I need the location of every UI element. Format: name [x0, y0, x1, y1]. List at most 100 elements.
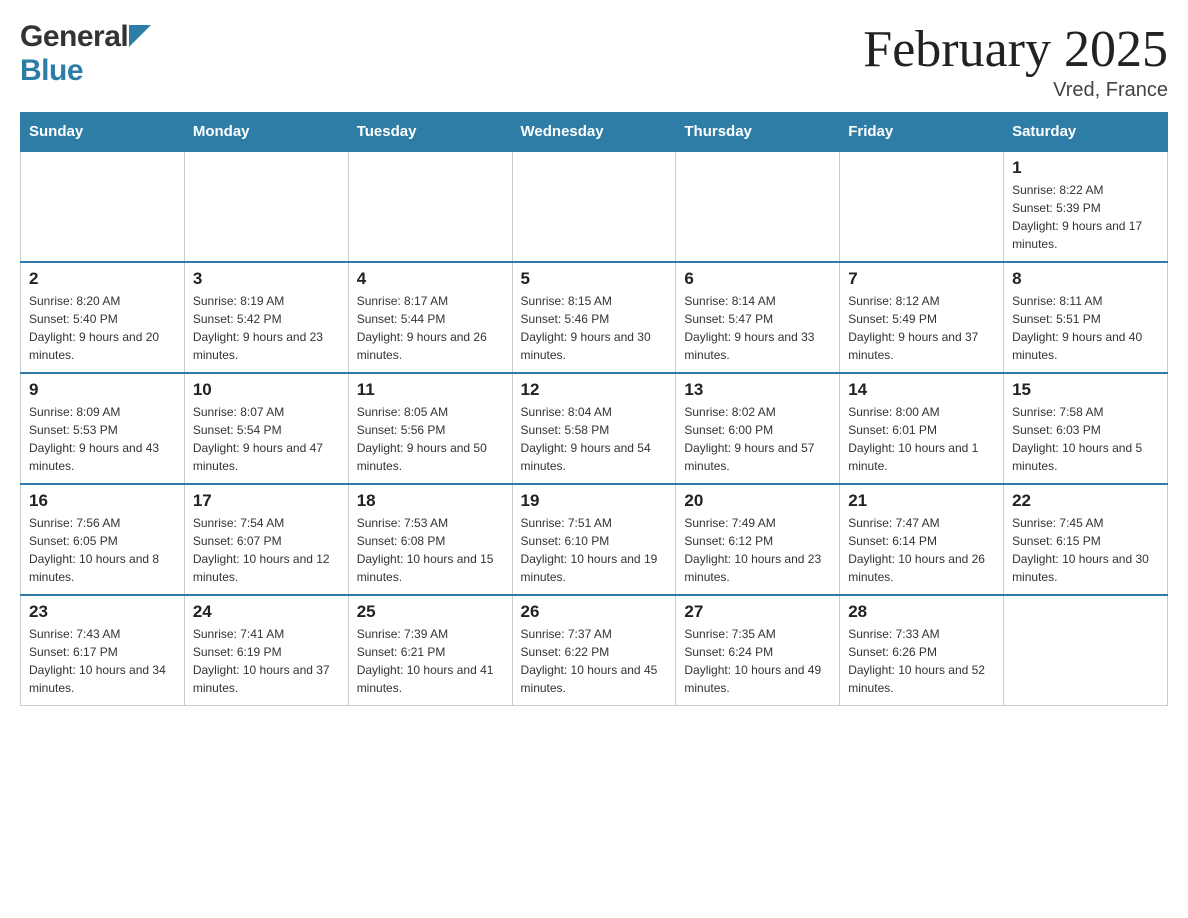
day-number: 8 — [1012, 269, 1159, 289]
day-info: Sunrise: 8:00 AM Sunset: 6:01 PM Dayligh… — [848, 403, 995, 475]
logo: General Blue — [20, 20, 151, 88]
day-number: 3 — [193, 269, 340, 289]
day-info: Sunrise: 7:56 AM Sunset: 6:05 PM Dayligh… — [29, 514, 176, 586]
calendar-week-row: 16 Sunrise: 7:56 AM Sunset: 6:05 PM Dayli… — [21, 484, 1168, 595]
day-number: 21 — [848, 491, 995, 511]
calendar-day-cell: 20 Sunrise: 7:49 AM Sunset: 6:12 PM Dayli… — [676, 484, 840, 595]
location-text: Vred, France — [863, 79, 1168, 102]
calendar-day-cell: 13Sunrise: 8:02 AM Sunset: 6:00 PM Dayli… — [676, 373, 840, 484]
calendar-week-row: 9 Sunrise: 8:09 AM Sunset: 5:53 PM Daylig… — [21, 373, 1168, 484]
day-info: Sunrise: 8:22 AM Sunset: 5:39 PM Dayligh… — [1012, 181, 1159, 253]
calendar-day-cell: 26Sunrise: 7:37 AM Sunset: 6:22 PM Dayli… — [512, 595, 676, 706]
calendar-day-cell: 7Sunrise: 8:12 AM Sunset: 5:49 PM Daylig… — [840, 262, 1004, 373]
day-info: Sunrise: 7:43 AM Sunset: 6:17 PM Dayligh… — [29, 625, 176, 697]
calendar-week-row: 2Sunrise: 8:20 AM Sunset: 5:40 PM Daylig… — [21, 262, 1168, 373]
calendar-day-cell: 16 Sunrise: 7:56 AM Sunset: 6:05 PM Dayli… — [21, 484, 185, 595]
day-info: Sunrise: 8:19 AM Sunset: 5:42 PM Dayligh… — [193, 292, 340, 364]
day-info: Sunrise: 8:11 AM Sunset: 5:51 PM Dayligh… — [1012, 292, 1159, 364]
day-number: 16 — [29, 491, 176, 511]
day-of-week-header: Saturday — [1004, 113, 1168, 152]
day-info: Sunrise: 8:02 AM Sunset: 6:00 PM Dayligh… — [684, 403, 831, 475]
calendar-day-cell: 21 Sunrise: 7:47 AM Sunset: 6:14 PM Dayli… — [840, 484, 1004, 595]
day-number: 11 — [357, 380, 504, 400]
calendar-day-cell: 28 Sunrise: 7:33 AM Sunset: 6:26 PM Dayli… — [840, 595, 1004, 706]
day-info: Sunrise: 7:51 AM Sunset: 6:10 PM Dayligh… — [521, 514, 668, 586]
day-number: 28 — [848, 602, 995, 622]
calendar-day-cell: 6 Sunrise: 8:14 AM Sunset: 5:47 PM Daylig… — [676, 262, 840, 373]
calendar-day-cell: 15Sunrise: 7:58 AM Sunset: 6:03 PM Dayli… — [1004, 373, 1168, 484]
day-of-week-header: Monday — [184, 113, 348, 152]
day-number: 19 — [521, 491, 668, 511]
day-of-week-header: Wednesday — [512, 113, 676, 152]
calendar-day-cell: 22 Sunrise: 7:45 AM Sunset: 6:15 PM Dayli… — [1004, 484, 1168, 595]
logo-blue-text: Blue — [20, 54, 83, 88]
day-info: Sunrise: 7:33 AM Sunset: 6:26 PM Dayligh… — [848, 625, 995, 697]
logo-general-text: General — [20, 20, 128, 54]
calendar-day-cell: 8 Sunrise: 8:11 AM Sunset: 5:51 PM Daylig… — [1004, 262, 1168, 373]
day-number: 22 — [1012, 491, 1159, 511]
day-info: Sunrise: 7:39 AM Sunset: 6:21 PM Dayligh… — [357, 625, 504, 697]
day-number: 5 — [521, 269, 668, 289]
calendar-day-cell: 12Sunrise: 8:04 AM Sunset: 5:58 PM Dayli… — [512, 373, 676, 484]
day-info: Sunrise: 8:17 AM Sunset: 5:44 PM Dayligh… — [357, 292, 504, 364]
day-info: Sunrise: 8:12 AM Sunset: 5:49 PM Dayligh… — [848, 292, 995, 364]
calendar-day-cell — [184, 151, 348, 262]
day-number: 15 — [1012, 380, 1159, 400]
calendar-day-cell: 1 Sunrise: 8:22 AM Sunset: 5:39 PM Daylig… — [1004, 151, 1168, 262]
day-info: Sunrise: 7:49 AM Sunset: 6:12 PM Dayligh… — [684, 514, 831, 586]
day-number: 6 — [684, 269, 831, 289]
calendar-day-cell — [21, 151, 185, 262]
day-number: 18 — [357, 491, 504, 511]
day-number: 4 — [357, 269, 504, 289]
calendar-header-row: SundayMondayTuesdayWednesdayThursdayFrid… — [21, 113, 1168, 152]
calendar-day-cell: 14 Sunrise: 8:00 AM Sunset: 6:01 PM Dayli… — [840, 373, 1004, 484]
day-of-week-header: Thursday — [676, 113, 840, 152]
calendar-day-cell: 5 Sunrise: 8:15 AM Sunset: 5:46 PM Daylig… — [512, 262, 676, 373]
day-number: 14 — [848, 380, 995, 400]
day-number: 24 — [193, 602, 340, 622]
day-number: 25 — [357, 602, 504, 622]
calendar-day-cell: 9 Sunrise: 8:09 AM Sunset: 5:53 PM Daylig… — [21, 373, 185, 484]
day-info: Sunrise: 7:53 AM Sunset: 6:08 PM Dayligh… — [357, 514, 504, 586]
calendar-week-row: 23 Sunrise: 7:43 AM Sunset: 6:17 PM Dayli… — [21, 595, 1168, 706]
day-info: Sunrise: 7:35 AM Sunset: 6:24 PM Dayligh… — [684, 625, 831, 697]
calendar-day-cell: 24 Sunrise: 7:41 AM Sunset: 6:19 PM Dayli… — [184, 595, 348, 706]
day-info: Sunrise: 8:07 AM Sunset: 5:54 PM Dayligh… — [193, 403, 340, 475]
day-number: 1 — [1012, 158, 1159, 178]
page-header: General Blue February 2025 Vred, France — [20, 20, 1168, 102]
logo-triangle-icon — [128, 25, 151, 50]
calendar-day-cell — [676, 151, 840, 262]
day-info: Sunrise: 7:45 AM Sunset: 6:15 PM Dayligh… — [1012, 514, 1159, 586]
calendar-day-cell: 2Sunrise: 8:20 AM Sunset: 5:40 PM Daylig… — [21, 262, 185, 373]
day-info: Sunrise: 7:47 AM Sunset: 6:14 PM Dayligh… — [848, 514, 995, 586]
day-info: Sunrise: 8:20 AM Sunset: 5:40 PM Dayligh… — [29, 292, 176, 364]
day-info: Sunrise: 8:15 AM Sunset: 5:46 PM Dayligh… — [521, 292, 668, 364]
day-of-week-header: Sunday — [21, 113, 185, 152]
day-info: Sunrise: 8:09 AM Sunset: 5:53 PM Dayligh… — [29, 403, 176, 475]
day-number: 9 — [29, 380, 176, 400]
day-info: Sunrise: 8:14 AM Sunset: 5:47 PM Dayligh… — [684, 292, 831, 364]
calendar-day-cell: 10 Sunrise: 8:07 AM Sunset: 5:54 PM Dayli… — [184, 373, 348, 484]
day-number: 23 — [29, 602, 176, 622]
day-number: 27 — [684, 602, 831, 622]
day-of-week-header: Friday — [840, 113, 1004, 152]
day-info: Sunrise: 8:04 AM Sunset: 5:58 PM Dayligh… — [521, 403, 668, 475]
calendar-day-cell — [512, 151, 676, 262]
calendar-day-cell: 3 Sunrise: 8:19 AM Sunset: 5:42 PM Daylig… — [184, 262, 348, 373]
calendar-day-cell: 18 Sunrise: 7:53 AM Sunset: 6:08 PM Dayli… — [348, 484, 512, 595]
calendar-day-cell — [348, 151, 512, 262]
title-block: February 2025 Vred, France — [863, 20, 1168, 102]
calendar-week-row: 1 Sunrise: 8:22 AM Sunset: 5:39 PM Daylig… — [21, 151, 1168, 262]
calendar-day-cell: 11 Sunrise: 8:05 AM Sunset: 5:56 PM Dayli… — [348, 373, 512, 484]
day-number: 17 — [193, 491, 340, 511]
day-number: 10 — [193, 380, 340, 400]
calendar-day-cell: 17Sunrise: 7:54 AM Sunset: 6:07 PM Dayli… — [184, 484, 348, 595]
day-info: Sunrise: 7:41 AM Sunset: 6:19 PM Dayligh… — [193, 625, 340, 697]
calendar-day-cell — [840, 151, 1004, 262]
calendar-day-cell: 19 Sunrise: 7:51 AM Sunset: 6:10 PM Dayli… — [512, 484, 676, 595]
day-number: 20 — [684, 491, 831, 511]
day-of-week-header: Tuesday — [348, 113, 512, 152]
calendar-day-cell: 27 Sunrise: 7:35 AM Sunset: 6:24 PM Dayli… — [676, 595, 840, 706]
day-info: Sunrise: 8:05 AM Sunset: 5:56 PM Dayligh… — [357, 403, 504, 475]
calendar-day-cell: 23 Sunrise: 7:43 AM Sunset: 6:17 PM Dayli… — [21, 595, 185, 706]
